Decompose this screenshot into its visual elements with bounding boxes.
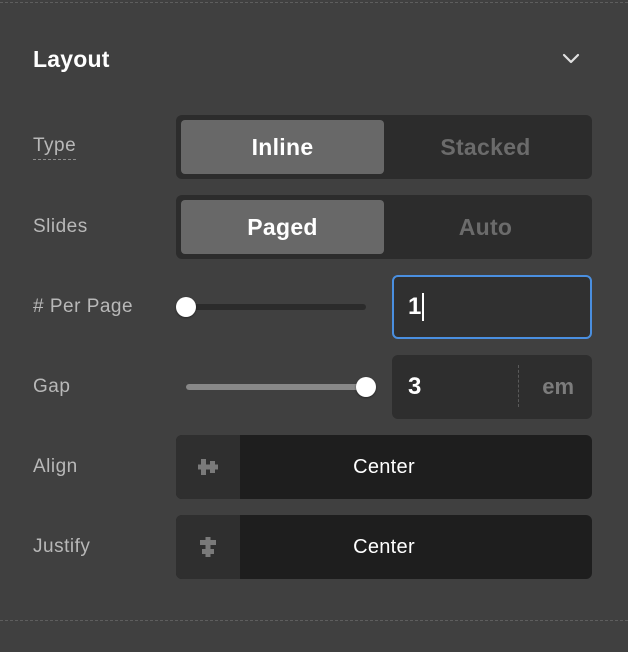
justify-label: Justify xyxy=(33,536,91,557)
per-page-slider[interactable] xyxy=(176,297,366,317)
unit-separator xyxy=(518,365,519,407)
slides-option-paged[interactable]: Paged xyxy=(181,200,384,254)
slides-label: Slides xyxy=(33,216,88,237)
gap-unit[interactable]: em xyxy=(542,374,574,400)
type-label: Type xyxy=(33,135,77,160)
slides-option-auto[interactable]: Auto xyxy=(384,200,587,254)
gap-label: Gap xyxy=(33,376,71,397)
collapse-button[interactable] xyxy=(556,44,586,74)
gap-slider[interactable] xyxy=(186,377,376,397)
panel-title: Layout xyxy=(33,46,110,72)
per-page-label: # Per Page xyxy=(33,296,134,317)
bottom-divider xyxy=(0,620,628,621)
gap-slider-thumb[interactable] xyxy=(356,377,376,397)
gap-value: 3 xyxy=(408,373,422,400)
per-page-slider-thumb[interactable] xyxy=(176,297,196,317)
type-option-stacked[interactable]: Stacked xyxy=(384,120,587,174)
align-value: Center xyxy=(353,455,415,478)
align-label: Align xyxy=(33,456,78,477)
justify-select[interactable]: Center xyxy=(176,515,592,579)
gap-slider-fill xyxy=(186,384,366,390)
gap-input[interactable]: 3 em xyxy=(392,355,592,419)
top-divider xyxy=(0,2,628,3)
chevron-down-icon xyxy=(562,53,580,64)
type-segmented-control: Inline Stacked xyxy=(176,115,592,179)
slides-segmented-control: Paged Auto xyxy=(176,195,592,259)
justify-icon-cell xyxy=(176,515,240,579)
per-page-value: 1 xyxy=(408,293,422,320)
align-select[interactable]: Center xyxy=(176,435,592,499)
type-option-inline[interactable]: Inline xyxy=(181,120,384,174)
align-center-icon xyxy=(198,459,218,475)
text-caret xyxy=(422,293,425,321)
justify-value: Center xyxy=(353,535,415,558)
per-page-input[interactable]: 1 xyxy=(392,275,592,339)
justify-center-icon xyxy=(200,537,216,557)
align-icon-cell xyxy=(176,435,240,499)
